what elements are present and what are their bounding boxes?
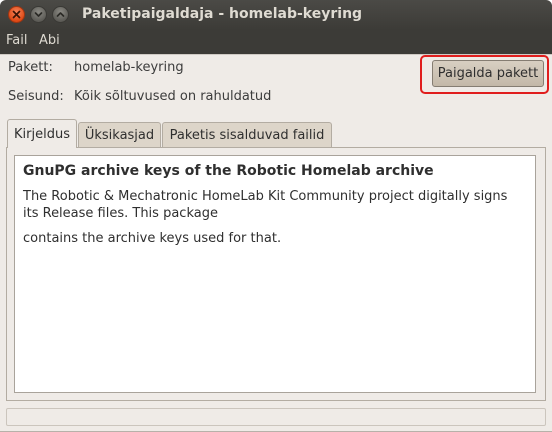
- close-icon: [12, 10, 21, 19]
- tab-description[interactable]: Kirjeldus: [7, 119, 77, 148]
- maximize-window-button[interactable]: [52, 6, 69, 23]
- tab-details[interactable]: Üksikasjad: [78, 122, 161, 147]
- package-value: homelab-keyring: [74, 60, 184, 75]
- menu-bar: Fail Abi: [0, 30, 552, 54]
- close-window-button[interactable]: [8, 6, 25, 23]
- title-bar[interactable]: Paketipaigaldaja - homelab-keyring: [0, 0, 552, 30]
- status-value: Kõik sõltuvused on rahuldatud: [74, 89, 272, 104]
- install-package-button[interactable]: Paigalda pakett: [432, 60, 544, 87]
- description-title: GnuPG archive keys of the Robotic Homela…: [23, 163, 434, 179]
- description-paragraph: contains the archive keys used for that.: [23, 231, 282, 246]
- package-label: Pakett:: [8, 60, 53, 75]
- status-bar: [6, 408, 546, 426]
- minimize-window-button[interactable]: [30, 6, 47, 23]
- tab-included-files[interactable]: Paketis sisalduvad failid: [162, 122, 332, 147]
- maximize-icon: [56, 10, 65, 19]
- menu-help[interactable]: Abi: [39, 33, 60, 48]
- window-title: Paketipaigaldaja - homelab-keyring: [82, 6, 363, 22]
- description-paragraph: The Robotic & Mechatronic HomeLab Kit Co…: [23, 189, 508, 221]
- description-text-area[interactable]: GnuPG archive keys of the Robotic Homela…: [14, 155, 536, 393]
- installer-window: Paketipaigaldaja - homelab-keyring Fail …: [0, 0, 552, 432]
- status-label: Seisund:: [8, 89, 64, 104]
- menu-file[interactable]: Fail: [6, 33, 27, 48]
- minimize-icon: [34, 10, 43, 19]
